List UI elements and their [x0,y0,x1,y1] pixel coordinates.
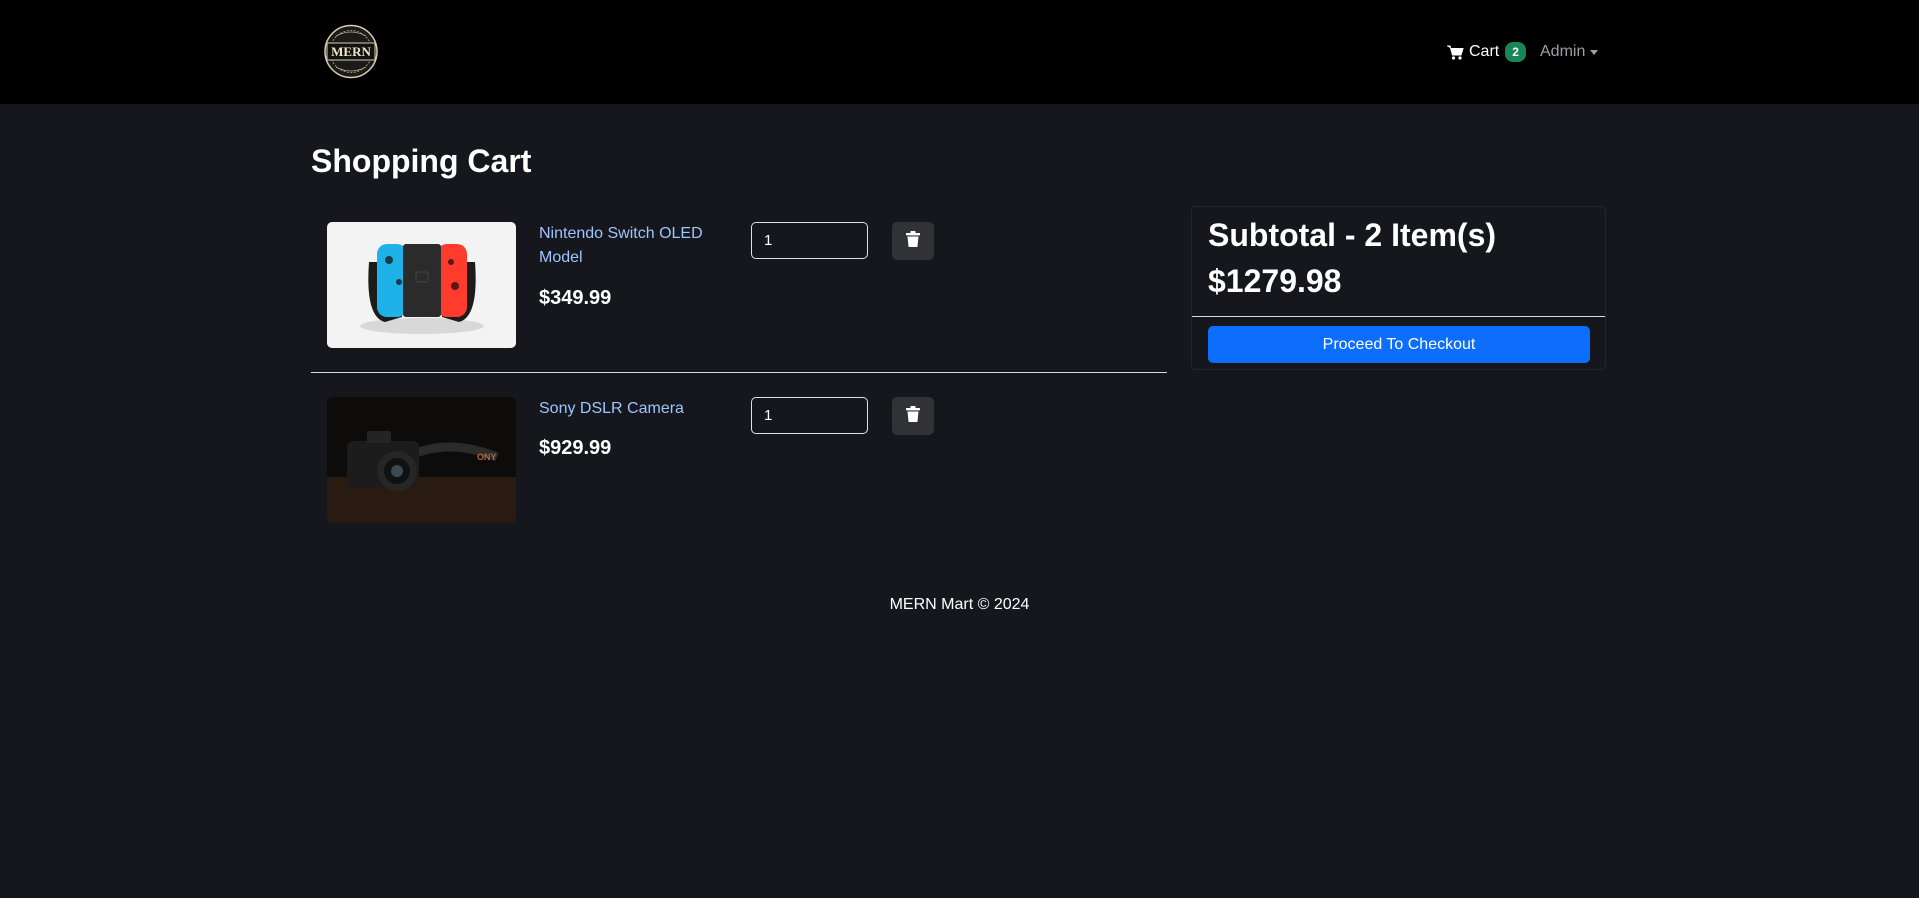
trash-icon [906,230,920,252]
navbar: MERN Cart 2 Admin [0,0,1919,104]
delete-item-button[interactable] [892,397,934,435]
product-price: $349.99 [539,287,612,309]
page-title: Shopping Cart [311,143,532,179]
admin-dropdown[interactable]: Admin [1540,40,1599,64]
quantity-select[interactable]: 1 [751,222,868,259]
trash-icon [906,405,920,427]
quantity-value: 1 [764,407,773,424]
product-image-nintendo-switch[interactable] [327,222,516,348]
shopping-cart-icon [1447,45,1464,60]
quantity-select[interactable]: 1 [751,397,868,434]
summary-divider [1192,316,1605,317]
product-image-sony-camera[interactable]: ONY [327,397,516,523]
product-name-link[interactable]: Sony DSLR Camera [539,397,724,421]
quantity-value: 1 [764,232,773,249]
proceed-to-checkout-button[interactable]: Proceed To Checkout [1208,326,1590,363]
nav-cart-label: Cart [1469,43,1500,60]
svg-text:ONY: ONY [477,452,497,462]
product-name-link[interactable]: Nintendo Switch OLED Model [539,222,724,270]
logo-text: MERN [331,44,371,59]
product-price: $929.99 [539,437,612,459]
cart-count-badge: 2 [1505,42,1526,62]
caret-down-icon [1590,49,1599,55]
nav-cart-link[interactable]: Cart 2 [1447,40,1526,64]
order-summary-card: Subtotal - 2 Item(s) $1279.98 Proceed To… [1191,206,1606,370]
cart-item: Nintendo Switch OLED Model $349.99 1 [311,222,1167,352]
admin-label: Admin [1540,43,1586,60]
footer-copyright: MERN Mart © 2024 [889,596,1030,613]
cart-item: ONY Sony DSLR Camera $929.99 1 [311,397,1167,527]
subtotal-title: Subtotal - 2 Item(s) [1208,217,1497,253]
brand-logo[interactable]: MERN [322,24,380,79]
delete-item-button[interactable] [892,222,934,260]
item-divider [311,372,1167,373]
subtotal-amount: $1279.98 [1208,263,1342,299]
